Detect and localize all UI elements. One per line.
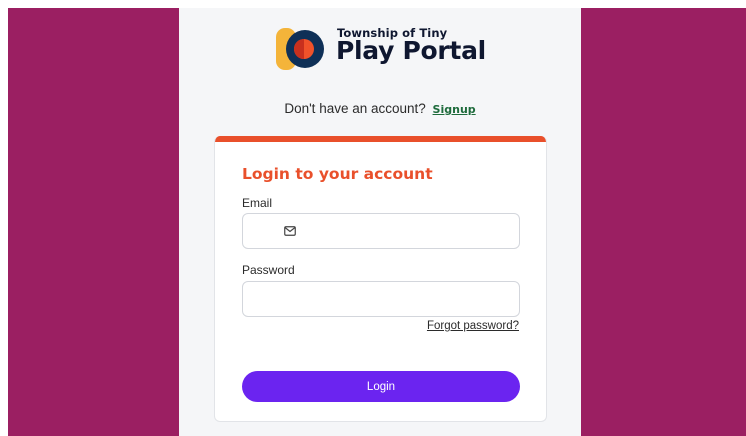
mail-icon — [284, 226, 296, 236]
login-card: Login to your account Email Password For… — [214, 136, 547, 422]
signup-prompt: Don't have an account? Signup — [179, 101, 581, 116]
brand-logo[interactable]: Township of Tiny Play Portal — [273, 24, 493, 74]
email-label: Email — [242, 196, 273, 210]
password-label: Password — [242, 263, 295, 277]
brand-title: Play Portal — [336, 36, 486, 65]
forgot-password-link[interactable]: Forgot password? — [427, 320, 519, 332]
password-field[interactable] — [242, 281, 520, 317]
play-portal-logo-icon — [276, 28, 324, 70]
signup-prompt-text: Don't have an account? — [284, 101, 426, 116]
login-title: Login to your account — [242, 165, 433, 183]
login-button[interactable]: Login — [242, 371, 520, 402]
signup-link[interactable]: Signup — [433, 103, 476, 116]
card-accent-bar — [215, 136, 546, 142]
